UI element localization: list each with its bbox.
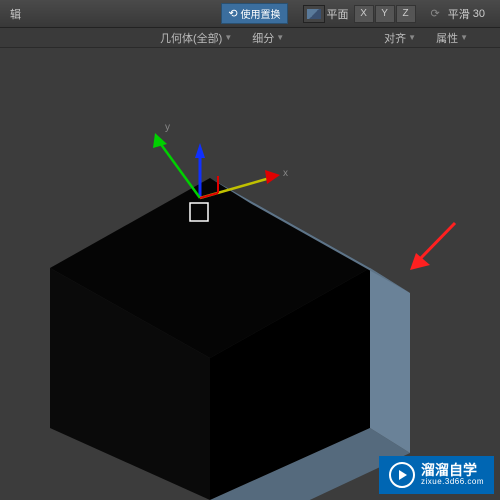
chevron-down-icon: ▼ bbox=[224, 33, 232, 42]
watermark-text: 溜溜自学 zixue.3d66.com bbox=[421, 463, 484, 487]
axis-y-button[interactable]: Y bbox=[375, 5, 395, 23]
gizmo-x-arrow bbox=[265, 170, 280, 184]
annotation-arrow bbox=[410, 223, 455, 270]
geometry-dropdown[interactable]: 几何体(全部) ▼ bbox=[150, 28, 242, 48]
smooth-label: 平滑 bbox=[443, 6, 470, 22]
gizmo-y-arrow bbox=[153, 133, 167, 148]
plane-icon[interactable] bbox=[303, 5, 325, 23]
play-icon bbox=[389, 462, 415, 488]
properties-label: 属性 bbox=[436, 30, 458, 46]
align-label: 对齐 bbox=[384, 30, 406, 46]
watermark-site-name: 溜溜自学 bbox=[421, 463, 484, 478]
align-dropdown[interactable]: 对齐 ▼ bbox=[374, 28, 426, 48]
gizmo-y-label: y bbox=[165, 122, 170, 133]
axis-x-button[interactable]: X bbox=[354, 5, 374, 23]
plane-section: 平面 X Y Z bbox=[303, 5, 416, 23]
edit-menu[interactable]: 辑 bbox=[2, 2, 29, 26]
plane-label: 平面 bbox=[327, 6, 349, 22]
toolbar-left: 辑 bbox=[0, 2, 29, 26]
chevron-down-icon: ▼ bbox=[460, 33, 468, 42]
box-outer-right-face bbox=[370, 268, 410, 453]
chevron-down-icon: ▼ bbox=[276, 33, 284, 42]
use-displacement-label: 使用置换 bbox=[241, 6, 281, 21]
watermark-badge: 溜溜自学 zixue.3d66.com bbox=[379, 456, 494, 494]
viewport[interactable]: y x 溜溜自学 zixue.3d66.com bbox=[0, 48, 500, 500]
smooth-section: ⟳ 平滑 30 bbox=[431, 6, 485, 22]
properties-dropdown[interactable]: 属性 ▼ bbox=[426, 28, 478, 48]
placeholder-section: 使用置换 bbox=[221, 3, 287, 24]
subdivision-label: 细分 bbox=[252, 30, 274, 46]
smooth-value: 30 bbox=[473, 8, 485, 20]
main-toolbar: 辑 使用置换 平面 X Y Z ⟳ 平滑 30 bbox=[0, 0, 500, 28]
use-displacement-button[interactable]: 使用置换 bbox=[221, 3, 287, 24]
gizmo-y-axis bbox=[160, 143, 200, 198]
axis-z-button[interactable]: Z bbox=[396, 5, 416, 23]
axis-lock-group: X Y Z bbox=[354, 5, 416, 23]
geometry-label: 几何体(全部) bbox=[160, 30, 222, 46]
gizmo-x-label: x bbox=[283, 168, 288, 179]
subdivision-dropdown[interactable]: 细分 ▼ bbox=[242, 28, 294, 48]
watermark-site-url: zixue.3d66.com bbox=[421, 478, 484, 487]
gizmo-z-arrow bbox=[195, 143, 205, 158]
chevron-down-icon: ▼ bbox=[408, 33, 416, 42]
secondary-toolbar: 几何体(全部) ▼ 细分 ▼ 对齐 ▼ 属性 ▼ bbox=[0, 28, 500, 48]
viewport-scene: y x bbox=[0, 48, 500, 500]
